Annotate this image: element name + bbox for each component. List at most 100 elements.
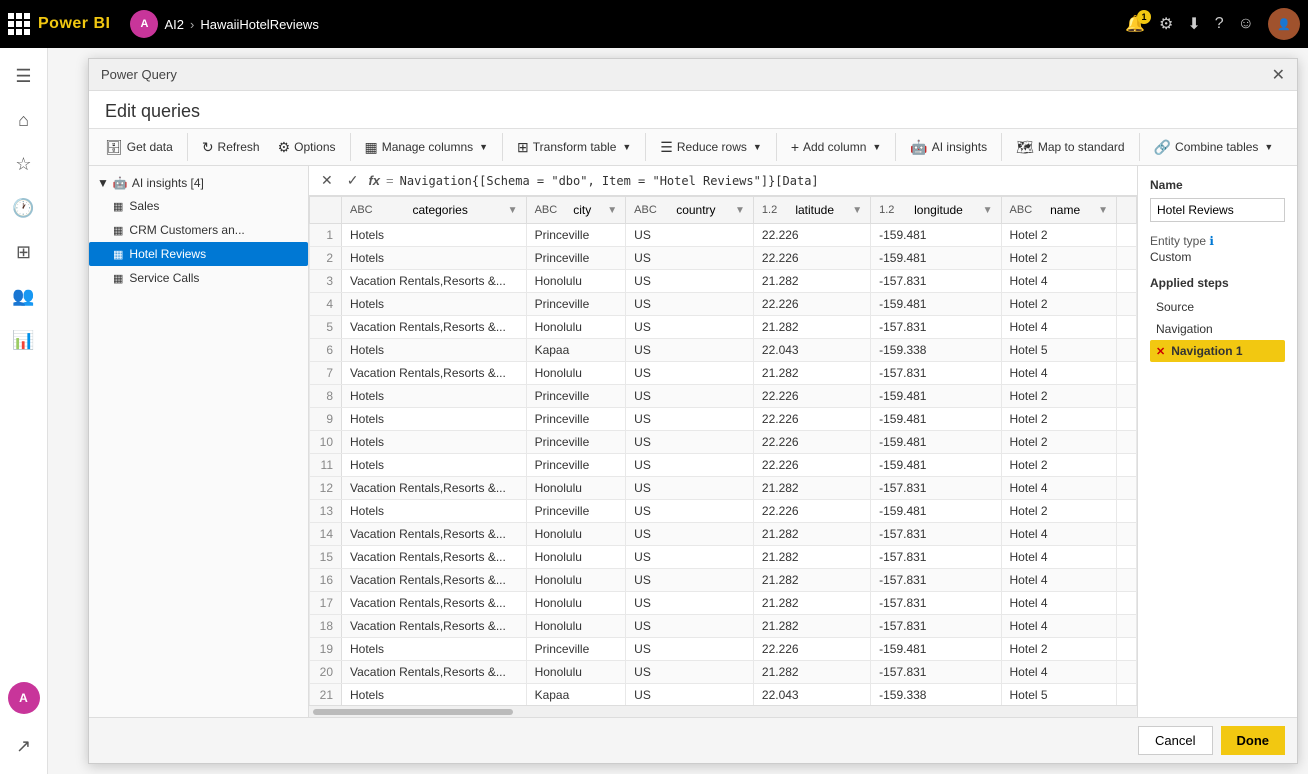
manage-columns-button[interactable]: ▦ Manage columns ▼ [357, 135, 497, 160]
query-item-crm[interactable]: ▦ CRM Customers an... [89, 218, 308, 242]
table-row[interactable]: 2HotelsPrincevilleUS22.226-159.481Hotel … [310, 247, 1137, 270]
step-source-label: Source [1156, 300, 1194, 314]
table-row[interactable]: 5Vacation Rentals,Resorts &...HonoluluUS… [310, 316, 1137, 339]
table-cell: US [626, 546, 754, 569]
refresh-button[interactable]: ↻ Refresh [194, 135, 268, 160]
col-type-longitude: 1.2 [879, 204, 894, 216]
dialog-title: Power Query [101, 67, 177, 82]
options-button[interactable]: ⚙ Options [270, 135, 344, 160]
table-row[interactable]: 14Vacation Rentals,Resorts &...HonoluluU… [310, 523, 1137, 546]
table-row[interactable]: 10HotelsPrincevilleUS22.226-159.481Hotel… [310, 431, 1137, 454]
col-header-longitude[interactable]: 1.2 longitude ▼ [871, 197, 1001, 224]
table-row[interactable]: 21HotelsKapaaUS22.043-159.338Hotel 5 [310, 684, 1137, 706]
col-filter-name[interactable]: ▼ [1098, 205, 1108, 216]
table-cell: Hotels [342, 224, 527, 247]
map-to-standard-button[interactable]: 🗺 Map to standard [1008, 135, 1133, 160]
done-button[interactable]: Done [1221, 726, 1286, 755]
col-filter-categories[interactable]: ▼ [508, 205, 518, 216]
col-filter-country[interactable]: ▼ [735, 205, 745, 216]
table-row[interactable]: 16Vacation Rentals,Resorts &...HonoluluU… [310, 569, 1137, 592]
entity-type-value: Custom [1150, 250, 1285, 264]
table-cell: Hotels [342, 339, 527, 362]
col-filter-latitude[interactable]: ▼ [852, 205, 862, 216]
table-row[interactable]: 3Vacation Rentals,Resorts &...HonoluluUS… [310, 270, 1137, 293]
table-cell: US [626, 615, 754, 638]
query-item-hotel-reviews[interactable]: ▦ Hotel Reviews [89, 242, 308, 266]
sidebar-metrics[interactable]: 📊 [4, 320, 44, 360]
sidebar-menu[interactable]: ☰ [4, 56, 44, 96]
query-name-input[interactable] [1150, 198, 1285, 222]
settings-button[interactable]: ⚙ [1159, 14, 1173, 34]
table-row[interactable]: 8HotelsPrincevilleUS22.226-159.481Hotel … [310, 385, 1137, 408]
col-header-country[interactable]: ABC country ▼ [626, 197, 754, 224]
table-cell: -159.481 [871, 638, 1001, 661]
combine-tables-button[interactable]: 🔗 Combine tables ▼ [1146, 135, 1282, 160]
col-header-name[interactable]: ABC name ▼ [1001, 197, 1116, 224]
feedback-button[interactable]: ☺ [1238, 15, 1254, 33]
download-button[interactable]: ⬇ [1187, 14, 1200, 34]
sidebar-external-link[interactable]: ↗ [4, 726, 44, 766]
table-row[interactable]: 7Vacation Rentals,Resorts &...HonoluluUS… [310, 362, 1137, 385]
user-label: AI2 [164, 17, 184, 32]
horizontal-scrollbar[interactable] [309, 705, 1137, 717]
row-number: 8 [310, 385, 342, 408]
reduce-rows-button[interactable]: ☰ Reduce rows ▼ [652, 135, 770, 160]
table-cell: 21.282 [753, 362, 870, 385]
get-data-button[interactable]: 🗄 Get data [97, 135, 181, 160]
sidebar-home[interactable]: ⌂ [4, 100, 44, 140]
transform-table-button[interactable]: ⊞ Transform table ▼ [509, 135, 639, 160]
query-item-service-calls[interactable]: ▦ Service Calls [89, 266, 308, 290]
table-row[interactable]: 17Vacation Rentals,Resorts &...HonoluluU… [310, 592, 1137, 615]
sidebar-favorites[interactable]: ☆ [4, 144, 44, 184]
table-cell: US [626, 408, 754, 431]
table-row[interactable]: 4HotelsPrincevilleUS22.226-159.481Hotel … [310, 293, 1137, 316]
dialog-close-button[interactable]: ✕ [1272, 65, 1285, 85]
cancel-button[interactable]: Cancel [1138, 726, 1212, 755]
help-button[interactable]: ? [1215, 15, 1224, 33]
add-column-button[interactable]: + Add column ▼ [783, 135, 889, 159]
sidebar-people[interactable]: 👥 [4, 276, 44, 316]
table-row[interactable]: 19HotelsPrincevilleUS22.226-159.481Hotel… [310, 638, 1137, 661]
step-delete-icon[interactable]: ✕ [1156, 345, 1165, 358]
table-cell: Hotel 2 [1001, 638, 1116, 661]
notifications-button[interactable]: 🔔 1 [1125, 14, 1145, 34]
col-filter-city[interactable]: ▼ [607, 205, 617, 216]
table-cell: Vacation Rentals,Resorts &... [342, 592, 527, 615]
sidebar-apps[interactable]: ⊞ [4, 232, 44, 272]
table-cell: US [626, 454, 754, 477]
user-avatar[interactable]: 👤 [1268, 8, 1300, 40]
power-query-dialog: Power Query ✕ Edit queries 🗄 Get data ↻ … [88, 58, 1298, 764]
scrollbar-thumb[interactable] [313, 709, 513, 715]
table-row[interactable]: 9HotelsPrincevilleUS22.226-159.481Hotel … [310, 408, 1137, 431]
table-row[interactable]: 6HotelsKapaaUS22.043-159.338Hotel 5 [310, 339, 1137, 362]
sidebar-user[interactable]: A [8, 682, 40, 714]
table-cell: US [626, 500, 754, 523]
ai-insights-button[interactable]: 🤖 AI insights [902, 135, 995, 160]
col-header-latitude[interactable]: 1.2 latitude ▼ [753, 197, 870, 224]
table-row[interactable]: 18Vacation Rentals,Resorts &...HonoluluU… [310, 615, 1137, 638]
table-row[interactable]: 13HotelsPrincevilleUS22.226-159.481Hotel… [310, 500, 1137, 523]
col-filter-longitude[interactable]: ▼ [983, 205, 993, 216]
formula-confirm-button[interactable]: ✓ [343, 170, 363, 191]
query-item-sales[interactable]: ▦ Sales [89, 194, 308, 218]
table-row[interactable]: 11HotelsPrincevilleUS22.226-159.481Hotel… [310, 454, 1137, 477]
step-source[interactable]: Source [1150, 296, 1285, 318]
formula-cancel-button[interactable]: ✕ [317, 170, 337, 191]
table-row[interactable]: 12Vacation Rentals,Resorts &...HonoluluU… [310, 477, 1137, 500]
query-icon-sales: ▦ [113, 200, 123, 213]
sidebar-recent[interactable]: 🕐 [4, 188, 44, 228]
table-row[interactable]: 15Vacation Rentals,Resorts &...HonoluluU… [310, 546, 1137, 569]
formula-input[interactable] [400, 174, 1129, 188]
table-cell: Hotel 4 [1001, 316, 1116, 339]
waffle-icon[interactable] [8, 13, 30, 35]
step-navigation1[interactable]: ✕ Navigation 1 [1150, 340, 1285, 362]
col-header-categories[interactable]: ABC categories ▼ [342, 197, 527, 224]
table-row[interactable]: 20Vacation Rentals,Resorts &...HonoluluU… [310, 661, 1137, 684]
table-row[interactable]: 1HotelsPrincevilleUS22.226-159.481Hotel … [310, 224, 1137, 247]
col-header-city[interactable]: ABC city ▼ [526, 197, 626, 224]
table-cell: 21.282 [753, 523, 870, 546]
table-cell: US [626, 523, 754, 546]
step-navigation[interactable]: Navigation [1150, 318, 1285, 340]
grid-container[interactable]: ABC categories ▼ ABC city ▼ [309, 196, 1137, 705]
query-group-ai-insights[interactable]: ▼ 🤖 AI insights [4] [89, 172, 308, 194]
